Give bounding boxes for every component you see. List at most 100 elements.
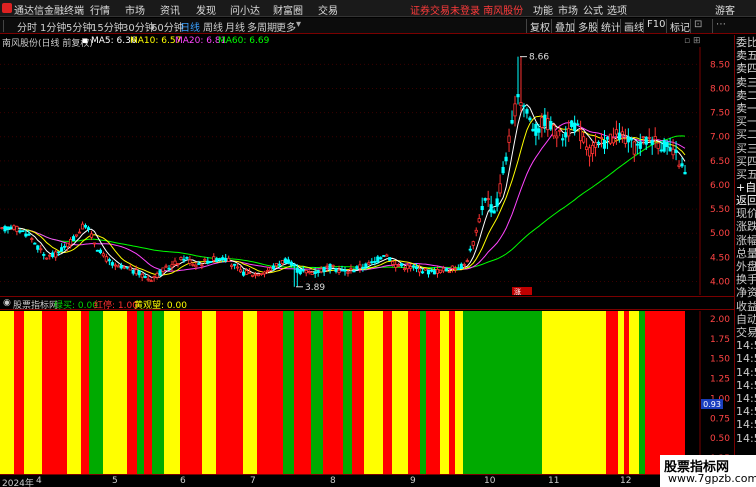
candle-body <box>644 136 648 145</box>
candle-body <box>262 271 267 275</box>
period-5min[interactable]: 5分钟 <box>66 19 92 34</box>
period-15min[interactable]: 15分钟 <box>91 19 124 34</box>
menu-item-market[interactable]: 市场 <box>125 2 145 17</box>
quote-panel-label: 净资 <box>736 286 756 300</box>
candle-body <box>236 266 240 269</box>
x-tick-label: 6 <box>180 476 186 486</box>
candle-body <box>101 253 106 257</box>
indicator-signal-bar <box>180 311 202 474</box>
candle-body <box>394 264 398 268</box>
candle-body <box>197 263 201 265</box>
menu-item-wealth[interactable]: 财富圈 <box>273 2 303 17</box>
candle-body <box>611 137 616 144</box>
y-tick-label: 4.50 <box>710 253 730 263</box>
candle-body <box>659 149 663 152</box>
candle-body <box>146 278 150 281</box>
login-notice[interactable]: 证券交易未登录 南风股份 <box>410 2 523 17</box>
indicator-signal-bar <box>383 311 392 474</box>
quote-panel-label: 卖四 <box>736 62 756 76</box>
mark-button[interactable]: 标记 <box>666 19 690 34</box>
options-button[interactable]: 选项 <box>607 2 627 17</box>
indicator-signal-bar <box>216 311 243 474</box>
candle-body <box>382 255 386 257</box>
draw-line-button[interactable]: 画线 <box>620 19 644 34</box>
candle-body <box>587 147 592 157</box>
back-button[interactable]: 返回 <box>736 195 756 207</box>
candle-body <box>203 258 207 261</box>
candle-body <box>54 251 58 258</box>
candle-body <box>63 245 67 248</box>
candle-body <box>504 156 508 162</box>
indicator-signal-bar <box>14 311 24 474</box>
more-icon[interactable]: ⋯ <box>712 19 726 33</box>
indicator-signal-bar <box>127 311 137 474</box>
multi-stock-button[interactable]: 多股 <box>574 19 598 34</box>
formula-button[interactable]: 公式 <box>583 2 603 17</box>
candle-body <box>45 257 49 260</box>
chevron-down-icon[interactable]: ▾ <box>296 19 301 30</box>
period-60min[interactable]: 60分钟 <box>151 19 184 34</box>
f10-button[interactable]: F10 <box>643 19 665 33</box>
menu-item-trade[interactable]: 交易 <box>318 2 338 17</box>
quote-panel: 委比卖五卖四卖三卖二卖一买一买二买三买四买五+自选返回现价涨跌涨幅总量外盘换手净… <box>734 35 756 487</box>
indicator-signal-bar <box>144 311 152 474</box>
candle-body <box>83 225 88 228</box>
quote-panel-label: 交易 <box>736 326 756 339</box>
candle-body <box>444 268 449 272</box>
market-button[interactable]: 市场 <box>558 2 578 17</box>
candle-body <box>400 263 404 267</box>
candle-body <box>18 230 22 233</box>
y-tick-label: 7.50 <box>710 109 730 119</box>
candle-body <box>653 136 657 141</box>
adjust-button[interactable]: 复权 <box>526 19 550 34</box>
candle-body <box>224 257 228 262</box>
overlay-button[interactable]: 叠加 <box>551 19 575 34</box>
candle-body <box>77 231 82 234</box>
chart-window-controls[interactable]: ▫ ⊞ <box>684 36 701 46</box>
menu-item-discover[interactable]: 发现 <box>196 2 216 17</box>
candle-body <box>244 270 249 275</box>
statistics-button[interactable]: 统计 <box>597 19 621 34</box>
candle-body <box>411 265 416 268</box>
period-daily[interactable]: 日线 <box>180 19 200 34</box>
candle-body <box>525 109 529 114</box>
period-1min[interactable]: 1分钟 <box>40 19 66 34</box>
candle-body <box>432 270 437 275</box>
quote-panel-label: 现价 <box>736 207 756 221</box>
candle-body <box>429 269 434 272</box>
indicator-signal-bar <box>618 311 624 474</box>
period-monthly[interactable]: 月线 <box>225 19 245 34</box>
indicator-current-value: 0.93 <box>703 400 721 409</box>
indicator-name[interactable]: 股票指标网 <box>13 298 58 311</box>
candle-body <box>567 128 571 137</box>
quote-panel-label: 自动 <box>736 312 756 326</box>
guest-button[interactable]: 游客 <box>715 2 735 17</box>
period-multi[interactable]: 多周期 <box>247 19 277 34</box>
indicator-chart[interactable]: 2.001.751.501.251.000.750.500.250.93 <box>0 311 734 474</box>
limit-up-label: 涨 <box>514 287 521 295</box>
menu-item-ask[interactable]: 问小达 <box>230 2 260 17</box>
candle-body <box>465 260 469 263</box>
indicator-green: 绿买: 0.00 <box>54 301 98 311</box>
period-weekly[interactable]: 周线 <box>203 19 223 34</box>
candle-body <box>277 263 281 266</box>
indicator-signal-bar <box>283 311 294 474</box>
period-30min[interactable]: 30分钟 <box>122 19 155 34</box>
add-watchlist-button[interactable]: +自选 <box>736 182 756 194</box>
indicator-settings-icon[interactable]: ◉ <box>3 298 11 308</box>
menu-item-news[interactable]: 资讯 <box>160 2 180 17</box>
indicator-tick-label: 0.75 <box>710 414 730 424</box>
candle-body <box>239 269 243 273</box>
quote-panel-label: 14:5 <box>736 365 756 379</box>
function-button[interactable]: 功能 <box>533 2 553 17</box>
menu-item-quotes[interactable]: 行情 <box>90 2 110 17</box>
price-chart[interactable]: 8.50 8.00 7.50 7.00 6.50 6.00 5.50 5.00 4.50 4.00… <box>0 47 734 295</box>
period-tick[interactable]: 分时 <box>17 19 37 34</box>
expand-icon[interactable]: ⊡ <box>690 19 702 33</box>
candle-body <box>253 273 258 276</box>
candle-body <box>599 137 604 139</box>
candle-body <box>519 102 523 107</box>
period-more[interactable]: 更多 <box>276 19 296 34</box>
candle-body <box>406 264 410 270</box>
indicator-signal-bar <box>0 311 14 474</box>
